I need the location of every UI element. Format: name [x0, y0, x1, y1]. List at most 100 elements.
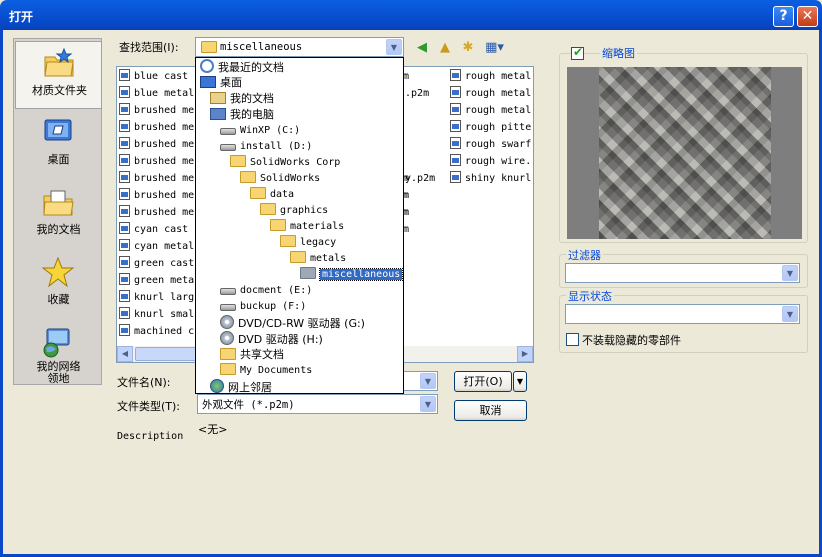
my-computer-icon [210, 108, 226, 120]
file-list-item[interactable]: brushed me [119, 171, 197, 187]
lookin-option-label: SolidWorks Corp [250, 157, 341, 168]
lookin-option[interactable]: 我最近的文档 [200, 59, 284, 75]
file-list-item[interactable]: brushed me [119, 154, 197, 170]
file-list-item[interactable]: machined c [119, 324, 197, 340]
file-list-item[interactable]: brushed me [119, 205, 197, 221]
file-list-item[interactable]: rough metal [450, 69, 533, 85]
lookin-option-label: materials [290, 221, 345, 232]
lookin-option[interactable]: docment (E:) [220, 283, 312, 299]
file-list-item[interactable]: shiny knurl [450, 171, 533, 187]
lookin-option[interactable]: buckup (F:) [220, 299, 306, 315]
lookin-option-label: data [270, 189, 295, 200]
open-button[interactable]: 打开(O) [454, 371, 512, 392]
new-folder-icon[interactable]: ✱ [459, 39, 477, 56]
lookin-option[interactable]: 共享文档 [220, 347, 284, 363]
lookin-option[interactable]: 网上邻居 [210, 379, 272, 395]
folder-icon [260, 203, 276, 215]
file-list-item[interactable]: rough swarf [450, 137, 533, 153]
folder-icon [220, 363, 236, 375]
p2m-file-icon [450, 86, 461, 98]
hidden-parts-checkbox[interactable] [566, 333, 579, 346]
file-list-item[interactable]: brushed me [119, 188, 197, 204]
lookin-option[interactable]: metals [290, 251, 346, 267]
file-list-item[interactable]: cyan metal [119, 239, 197, 255]
place-favorites[interactable]: 收藏 [15, 251, 102, 319]
file-list-item[interactable]: green cast [119, 256, 197, 272]
file-list-item[interactable]: knurl smal [119, 307, 197, 323]
lookin-option-label: legacy [300, 237, 337, 248]
lookin-option-label: WinXP (C:) [240, 125, 301, 136]
thumbnail-checkbox[interactable]: ✔ [571, 45, 584, 60]
file-list-item[interactable]: rough metal [450, 103, 533, 119]
file-name: green cast [134, 258, 195, 269]
p2m-file-icon [450, 137, 461, 149]
lookin-option[interactable]: DVD 驱动器 (H:) [220, 331, 323, 347]
chevron-down-icon[interactable]: ▼ [420, 373, 436, 389]
lookin-option[interactable]: 我的文档 [210, 91, 274, 107]
file-name: brushed me [134, 207, 195, 218]
chevron-down-icon[interactable]: ▼ [782, 265, 798, 281]
file-list-item[interactable]: knurl larg [119, 290, 197, 306]
p2m-file-icon [119, 256, 130, 268]
p2m-file-icon [119, 120, 130, 132]
chevron-down-icon[interactable]: ▼ [782, 306, 798, 322]
lookin-option[interactable]: miscellaneous [300, 267, 404, 283]
file-list-item[interactable]: blue cast [119, 69, 197, 85]
file-list-item[interactable]: brushed me [119, 137, 197, 153]
file-list-item[interactable]: green metal [119, 273, 197, 289]
window-frame-left [0, 30, 3, 557]
back-icon[interactable]: ◀ [413, 39, 431, 56]
p2m-file-icon [119, 239, 130, 251]
lookin-option-label: 我的文档 [230, 92, 274, 105]
p2m-file-icon [119, 205, 130, 217]
thumbnail-label: 缩略图 [600, 45, 637, 61]
close-button[interactable]: ✕ [797, 6, 818, 27]
lookin-value: miscellaneous [220, 41, 303, 53]
lookin-option[interactable]: WinXP (C:) [220, 123, 300, 139]
place-label: 收藏 [47, 293, 70, 306]
up-folder-icon[interactable]: ▲ [436, 39, 454, 56]
view-menu-icon[interactable]: ▦▾ [482, 39, 507, 56]
lookin-dropdown-list[interactable]: 我最近的文档 桌面 我的文档我的电脑 WinXP (C:) install (D:) So… [195, 57, 404, 394]
lookin-option[interactable]: SolidWorks Corp [230, 155, 340, 171]
hard-drive-icon [220, 304, 236, 311]
lookin-option[interactable]: DVD/CD-RW 驱动器 (G:) [220, 315, 365, 331]
lookin-label: 查找范围(I): [119, 41, 179, 54]
lookin-option[interactable]: materials [270, 219, 344, 235]
scroll-right-icon[interactable]: ▶ [517, 346, 533, 362]
display-state-select[interactable]: ▼ [565, 304, 800, 324]
open-menu-arrow-icon[interactable]: ▼ [513, 371, 527, 392]
place-my-documents[interactable]: 我的文档 [15, 181, 102, 249]
chevron-down-icon[interactable]: ▼ [386, 39, 402, 55]
lookin-option-label: My Documents [240, 365, 313, 376]
help-button[interactable]: ? [773, 6, 794, 27]
file-list-item[interactable]: brushed me [119, 103, 197, 119]
cancel-button[interactable]: 取消 [454, 400, 527, 421]
lookin-option[interactable]: legacy [280, 235, 336, 251]
file-list-item[interactable]: rough wire. [450, 154, 533, 170]
filetype-select[interactable]: 外观文件 (*.p2m) ▼ [197, 394, 438, 414]
chevron-down-icon[interactable]: ▼ [420, 396, 436, 412]
file-list-item[interactable]: blue metal [119, 86, 197, 102]
lookin-option[interactable]: SolidWorks [240, 171, 320, 187]
lookin-combo[interactable]: miscellaneous ▼ [195, 37, 404, 57]
lookin-option[interactable]: data [250, 187, 294, 203]
place-desktop[interactable]: 桌面 [15, 111, 102, 179]
file-list-item[interactable]: rough metal [450, 86, 533, 102]
place-network[interactable]: 我的网络 领地 [15, 321, 102, 385]
file-list-item[interactable]: brushed me [119, 120, 197, 136]
lookin-option[interactable]: install (D:) [220, 139, 312, 155]
file-name: blue metal [134, 88, 195, 99]
file-list-item[interactable]: cyan cast [119, 222, 197, 238]
lookin-option[interactable]: 我的电脑 [210, 107, 274, 123]
hidden-parts-label: 不装载隐藏的零部件 [582, 334, 681, 347]
lookin-option[interactable]: graphics [260, 203, 328, 219]
file-name: rough metal [465, 71, 532, 82]
scroll-left-icon[interactable]: ◀ [117, 346, 133, 362]
file-list-item[interactable]: rough pitte [450, 120, 533, 136]
filter-select[interactable]: ▼ [565, 263, 800, 283]
lookin-option[interactable]: 桌面 [200, 75, 242, 91]
lookin-option-label: buckup (F:) [240, 301, 307, 312]
lookin-option[interactable]: My Documents [220, 363, 312, 379]
place-material-folder[interactable]: 材质文件夹 [15, 41, 102, 109]
